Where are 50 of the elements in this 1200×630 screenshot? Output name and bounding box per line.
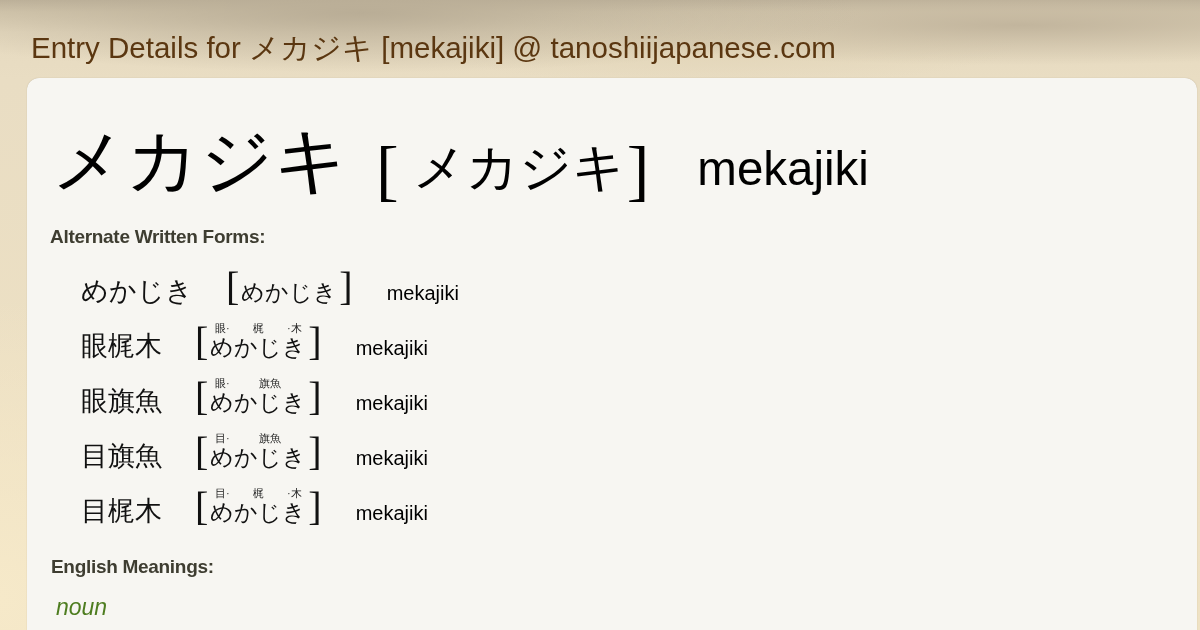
furigana-text: 梶 [252, 487, 264, 500]
close-bracket: ] [626, 132, 650, 208]
romaji-text: mekajiki [355, 502, 428, 524]
written-form: めかじき [81, 276, 193, 306]
open-bracket: [ [195, 429, 209, 474]
romaji-text: mekajiki [386, 282, 459, 304]
furigana-text: 梶 [252, 322, 264, 335]
reading-text: かじき [234, 390, 307, 416]
furigana-text: 目· [215, 432, 230, 445]
open-bracket: [ [195, 319, 209, 364]
open-bracket: [ [195, 374, 209, 419]
close-bracket: ] [308, 374, 322, 419]
furigana-text: 眼· [215, 377, 230, 390]
written-form: 眼旗魚 [81, 386, 162, 416]
romaji-text: mekajiki [355, 337, 428, 359]
furigana-text: 目· [215, 487, 230, 500]
reading-text: き [282, 335, 307, 361]
entry-romaji: mekajiki [697, 142, 869, 195]
reading-text: め [210, 500, 235, 526]
reading-text: め [210, 390, 235, 416]
close-bracket: ] [308, 319, 322, 364]
furigana-text: ·木 [287, 487, 302, 500]
furigana-text: ·木 [287, 322, 302, 335]
furigana-text: 眼· [215, 322, 230, 335]
furigana-text: 旗魚 [259, 377, 282, 390]
section-heading: Alternate Written Forms: [50, 226, 266, 248]
reading-text: かじ [234, 500, 283, 526]
written-form: 眼梶木 [81, 331, 162, 361]
section-heading: English Meanings: [51, 556, 214, 578]
open-bracket: [ [226, 264, 240, 309]
entry-reading: メカジキ [412, 139, 625, 196]
close-bracket: ] [308, 429, 322, 474]
reading-text: き [282, 500, 307, 526]
romaji-text: mekajiki [355, 392, 428, 414]
reading-text: かじき [234, 445, 307, 471]
reading-text: めかじき [241, 280, 338, 306]
page-title: Entry Details for メカジキ [mekajiki] @ tanoshiijapanese.com [31, 31, 836, 65]
entry-writing: メカジキ [52, 121, 348, 201]
written-form: 目梶木 [81, 496, 162, 526]
part-of-speech: noun [56, 594, 108, 620]
close-bracket: ] [308, 484, 322, 529]
reading-text: め [210, 335, 235, 361]
close-bracket: ] [339, 264, 353, 309]
romaji-text: mekajiki [355, 447, 428, 469]
open-bracket: [ [195, 484, 209, 529]
furigana-text: 旗魚 [259, 432, 282, 445]
reading-text: め [210, 445, 235, 471]
reading-text: かじ [234, 335, 283, 361]
written-form: 目旗魚 [81, 441, 162, 471]
open-bracket: [ [376, 132, 399, 208]
